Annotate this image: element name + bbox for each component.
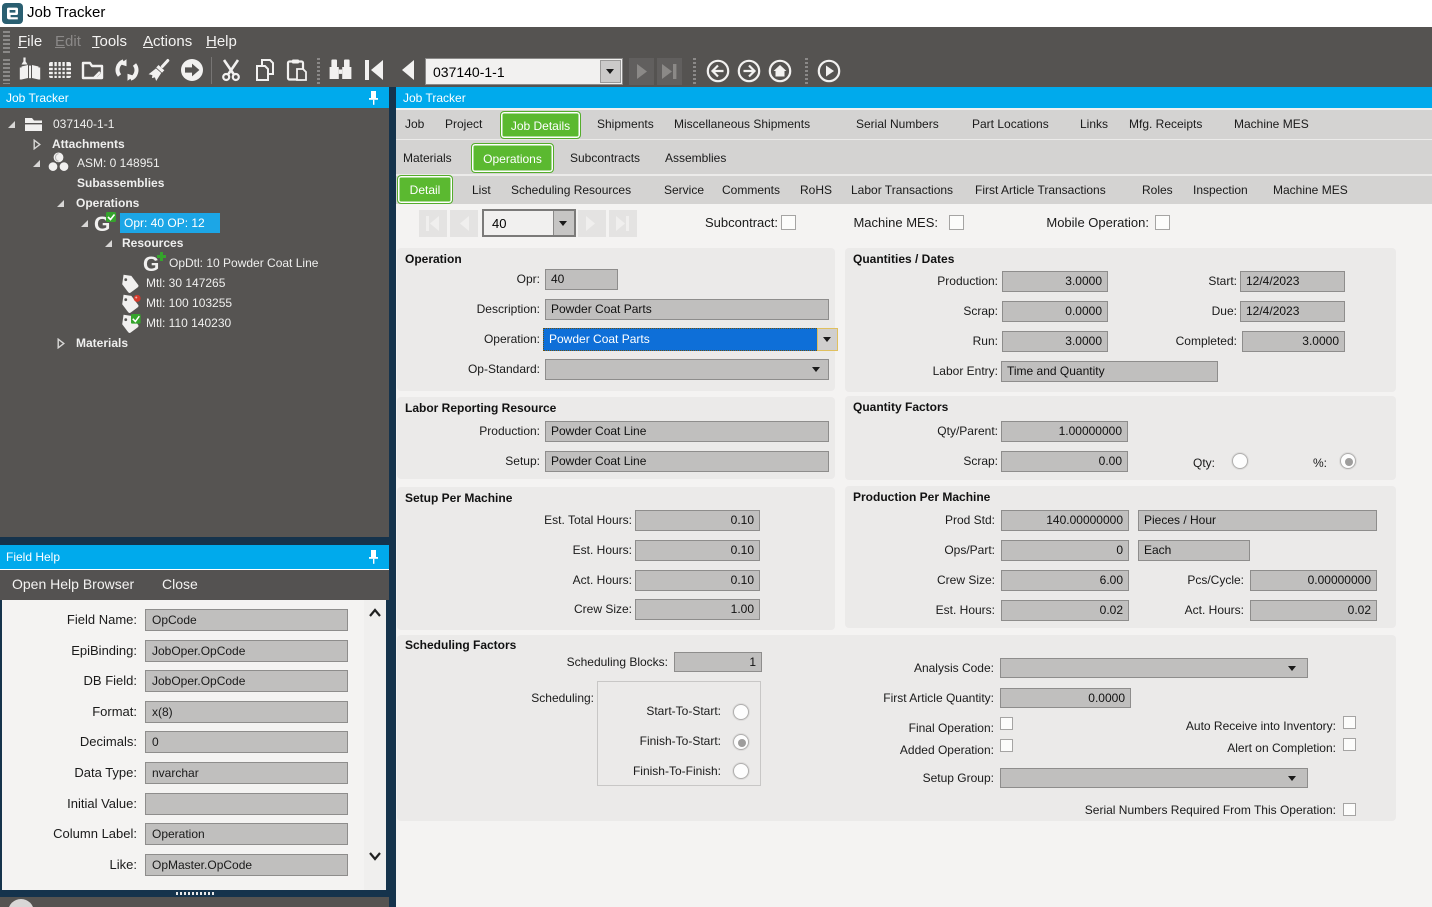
svg-text:G: G <box>143 253 159 274</box>
